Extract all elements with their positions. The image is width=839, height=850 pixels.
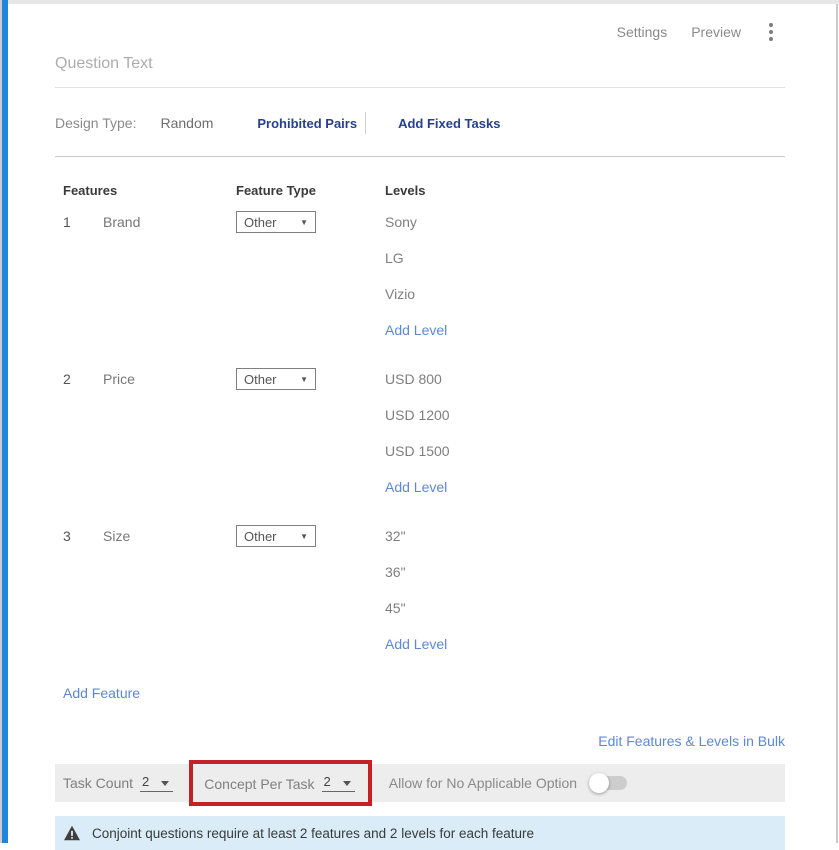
warning-text: Conjoint questions require at least 2 fe…	[92, 826, 534, 841]
select-arrow-icon: ▼	[300, 532, 308, 541]
concept-per-task-select[interactable]: 2	[322, 775, 355, 792]
concept-per-task-value: 2	[324, 775, 331, 788]
design-type-value: Random	[160, 115, 213, 131]
feature-type-selected-value: Other	[244, 529, 277, 544]
prohibited-pairs-link[interactable]: Prohibited Pairs	[257, 116, 357, 131]
design-type-row: Design Type: Random Prohibited Pairs Add…	[55, 112, 785, 157]
feature-name[interactable]: Size	[103, 525, 236, 547]
levels-list: Sony LG Vizio Add Level	[385, 211, 785, 355]
question-accent-bar	[2, 0, 8, 843]
level-item[interactable]: LG	[385, 247, 785, 283]
question-text-field[interactable]: Question Text	[55, 55, 785, 88]
select-arrow-icon: ▼	[300, 218, 308, 227]
question-toolbar: Settings Preview	[55, 4, 785, 44]
level-item[interactable]: USD 800	[385, 368, 785, 404]
feature-name[interactable]: Price	[103, 368, 236, 390]
feature-row-price: 2 Price Other ▼ USD 800 USD 1200 USD 150…	[55, 368, 785, 512]
feature-type-select[interactable]: Other ▼	[236, 525, 316, 547]
add-level-link[interactable]: Add Level	[385, 636, 447, 652]
concept-per-task-label: Concept Per Task	[204, 776, 314, 792]
task-count-select[interactable]: 2	[140, 775, 173, 792]
no-applicable-option-label: Allow for No Applicable Option	[389, 775, 577, 791]
level-item[interactable]: Vizio	[385, 283, 785, 319]
design-type-label: Design Type:	[55, 115, 136, 131]
concept-per-task-highlight-box: Concept Per Task 2	[189, 760, 371, 806]
conjoint-question-editor: Settings Preview Question Text Design Ty…	[55, 4, 785, 850]
feature-type-selected-value: Other	[244, 215, 277, 230]
feature-row-size: 3 Size Other ▼ 32" 36" 45" Add Level	[55, 525, 785, 669]
conjoint-controls-bar: Task Count 2 Concept Per Task 2 Allow fo…	[55, 764, 785, 802]
add-fixed-tasks-link[interactable]: Add Fixed Tasks	[398, 116, 500, 131]
edit-features-levels-bulk-link[interactable]: Edit Features & Levels in Bulk	[598, 733, 785, 749]
settings-link[interactable]: Settings	[617, 24, 668, 40]
feature-type-select[interactable]: Other ▼	[236, 211, 316, 233]
preview-link[interactable]: Preview	[691, 24, 741, 40]
levels-list: 32" 36" 45" Add Level	[385, 525, 785, 669]
dropdown-arrow-icon	[161, 781, 169, 786]
level-item[interactable]: 36"	[385, 561, 785, 597]
level-item[interactable]: 45"	[385, 597, 785, 633]
level-item[interactable]: USD 1500	[385, 440, 785, 476]
feature-type-selected-value: Other	[244, 372, 277, 387]
page-right-edge	[836, 4, 838, 843]
question-text-placeholder: Question Text	[55, 55, 785, 73]
level-item[interactable]: USD 1200	[385, 404, 785, 440]
add-level-link[interactable]: Add Level	[385, 322, 447, 338]
features-table: Features Feature Type Levels 1 Brand Oth…	[55, 183, 785, 703]
add-level-link[interactable]: Add Level	[385, 479, 447, 495]
no-applicable-toggle[interactable]	[589, 776, 627, 790]
toggle-knob	[589, 773, 609, 793]
feature-type-column-header: Feature Type	[236, 183, 385, 198]
feature-name[interactable]: Brand	[103, 211, 236, 233]
levels-column-header: Levels	[385, 183, 785, 198]
task-count-label: Task Count	[63, 775, 133, 791]
task-count-value: 2	[142, 775, 149, 788]
level-item[interactable]: Sony	[385, 211, 785, 247]
features-column-header: Features	[55, 183, 236, 198]
add-feature-link[interactable]: Add Feature	[63, 685, 140, 701]
vertical-divider	[365, 112, 366, 134]
feature-row-brand: 1 Brand Other ▼ Sony LG Vizio Add Level	[55, 211, 785, 355]
feature-number: 3	[55, 525, 103, 547]
features-table-header: Features Feature Type Levels	[55, 183, 785, 198]
feature-type-select[interactable]: Other ▼	[236, 368, 316, 390]
feature-number: 2	[55, 368, 103, 390]
levels-list: USD 800 USD 1200 USD 1500 Add Level	[385, 368, 785, 512]
conjoint-warning-banner: Conjoint questions require at least 2 fe…	[55, 816, 785, 850]
feature-number: 1	[55, 211, 103, 233]
level-item[interactable]: 32"	[385, 525, 785, 561]
select-arrow-icon: ▼	[300, 375, 308, 384]
kebab-menu-icon[interactable]	[765, 21, 777, 43]
dropdown-arrow-icon	[343, 781, 351, 786]
warning-triangle-icon	[63, 825, 81, 841]
